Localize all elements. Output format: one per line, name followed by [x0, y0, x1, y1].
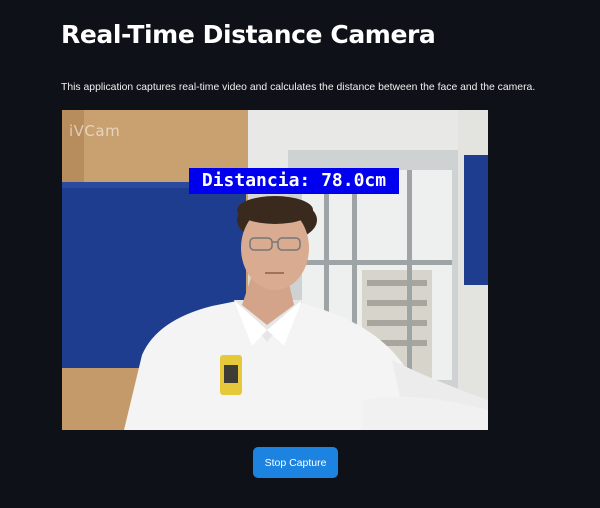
distance-overlay-label: Distancia: 78.0cm: [189, 168, 399, 194]
page-description: This application captures real-time vide…: [61, 82, 536, 93]
stop-capture-button[interactable]: Stop Capture: [253, 447, 338, 478]
page-title: Real-Time Distance Camera: [61, 20, 436, 49]
app-page: Real-Time Distance Camera This applicati…: [0, 0, 600, 508]
camera-feed-image: [62, 110, 488, 430]
camera-video-frame: iVCam Distancia: 78.0cm: [62, 110, 488, 430]
camera-watermark: iVCam: [69, 122, 121, 140]
